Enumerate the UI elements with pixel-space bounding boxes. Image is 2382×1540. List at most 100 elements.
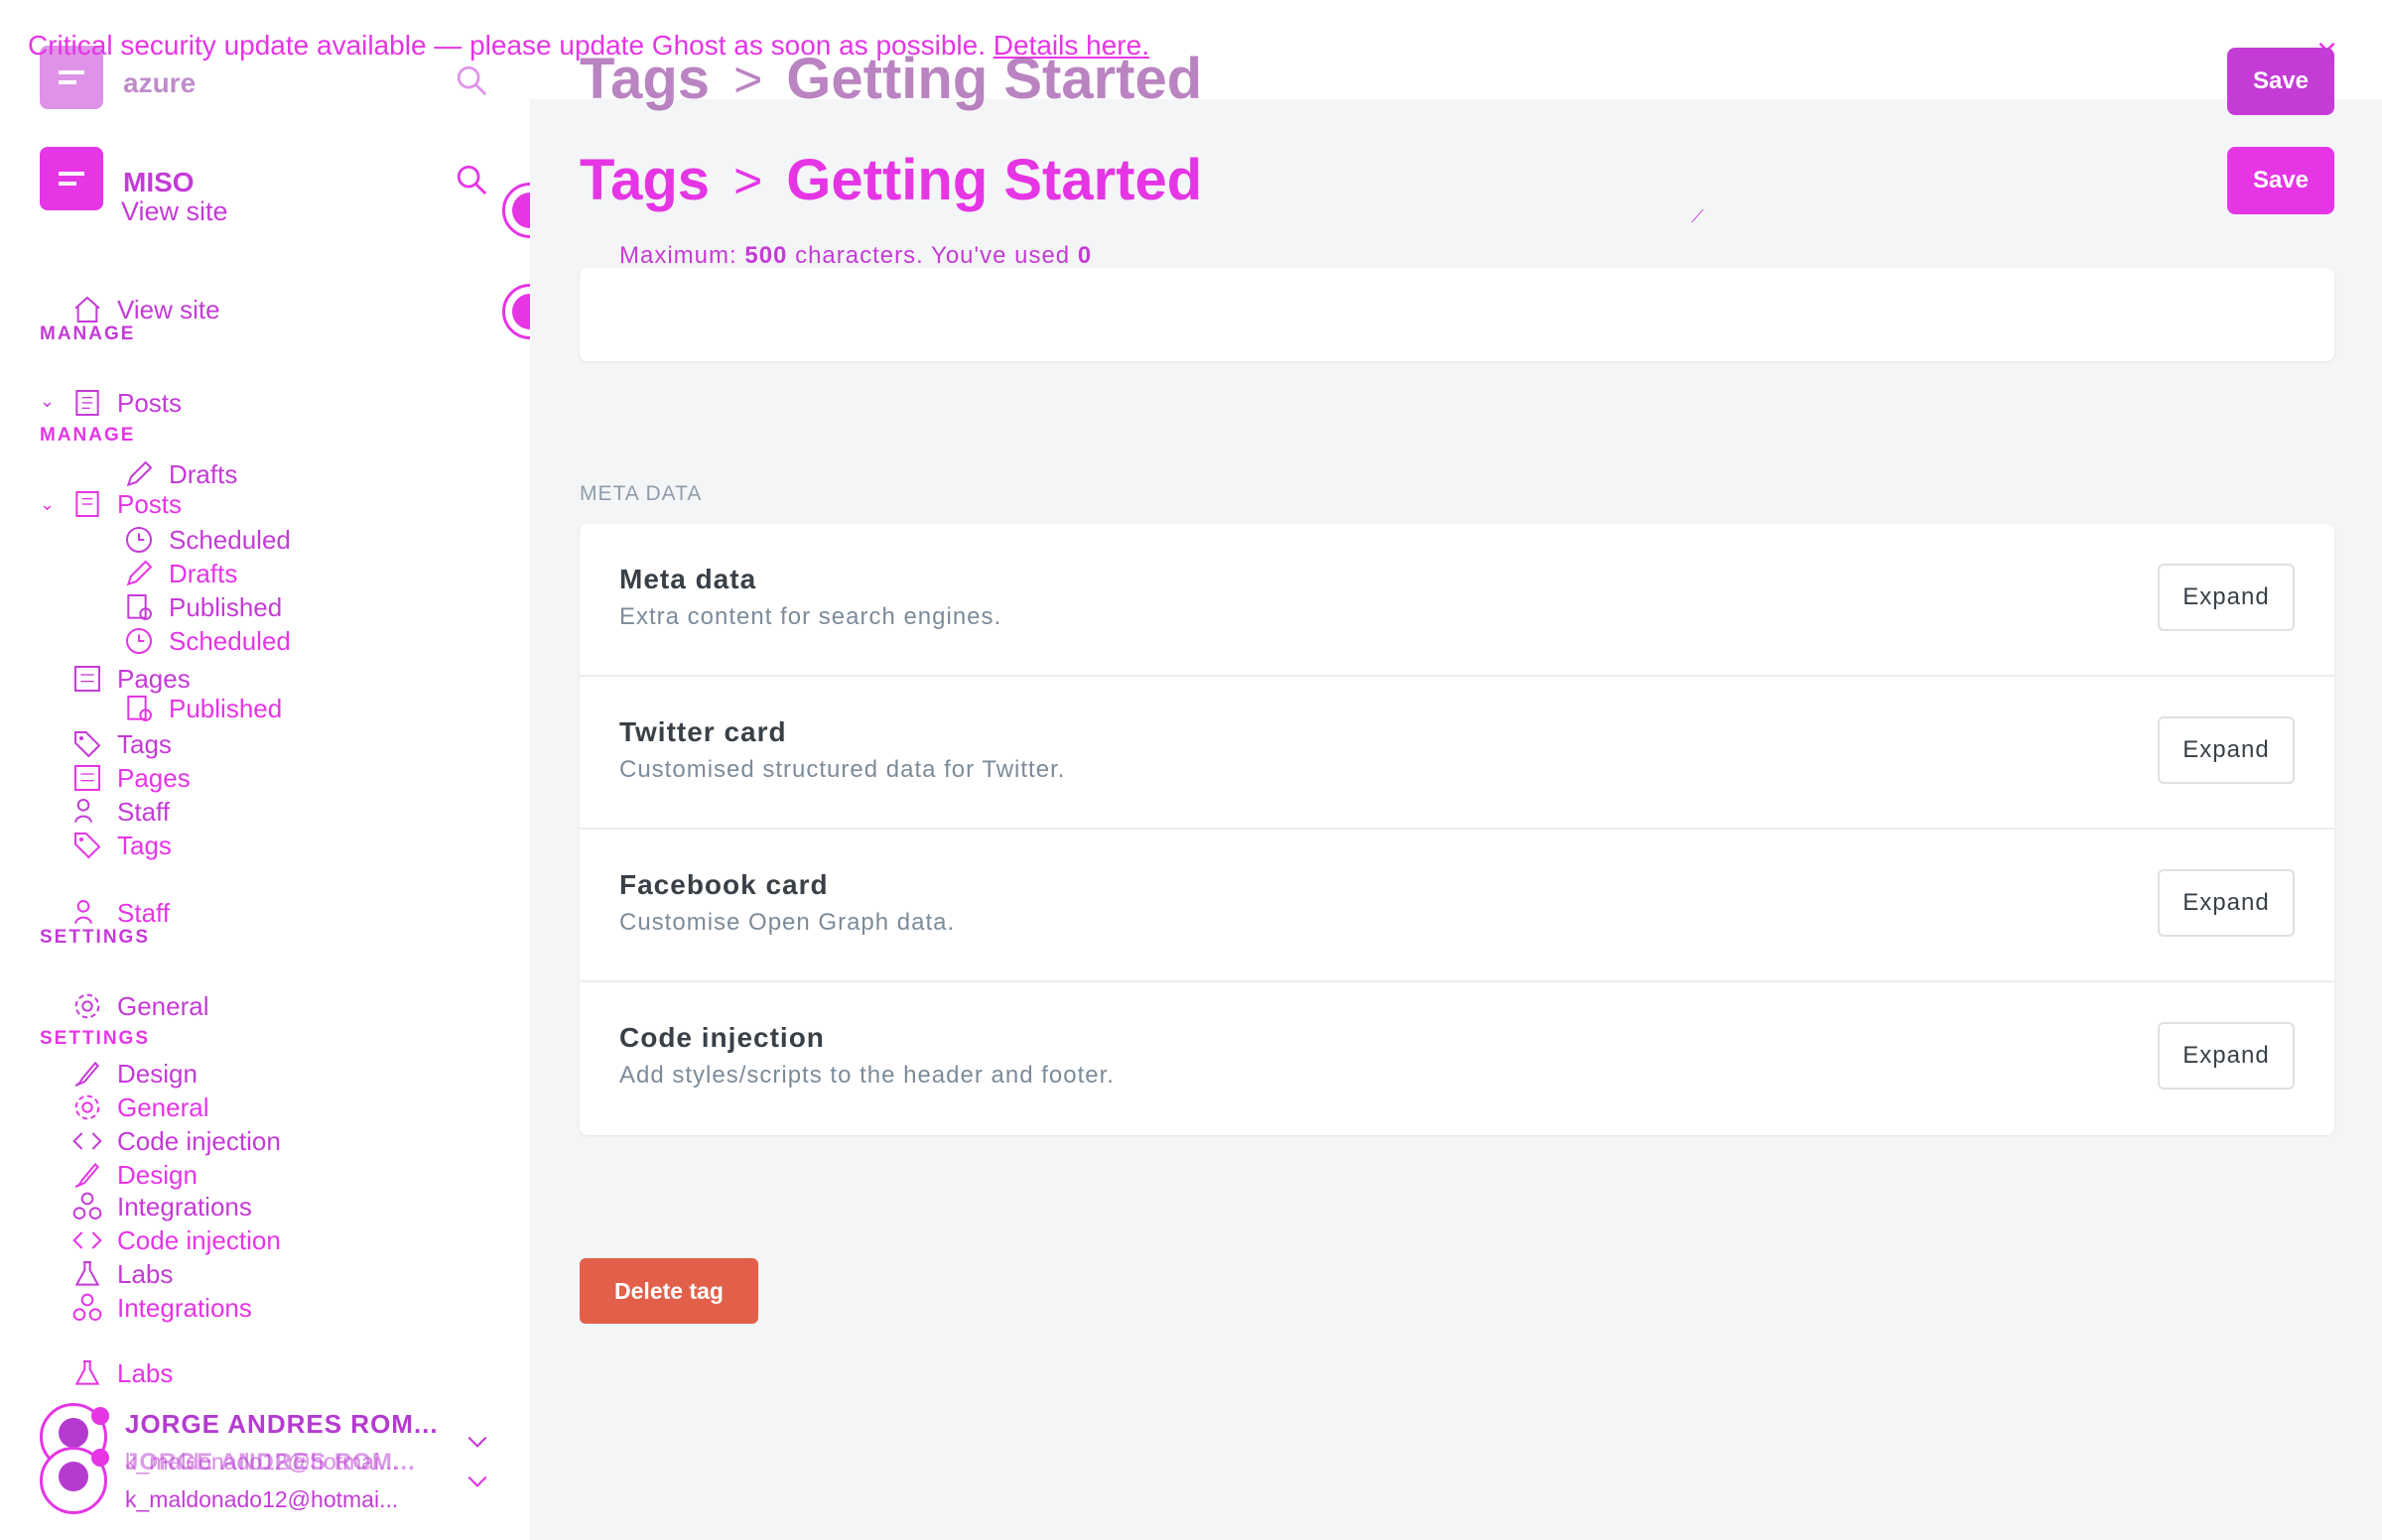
sidebar-item-staff[interactable]: Staff: [71, 897, 170, 929]
breadcrumb-separator-icon: >: [733, 152, 763, 208]
breadcrumb-parent[interactable]: Tags: [580, 147, 710, 213]
sidebar-item-label: Pages: [117, 762, 191, 793]
sidebar-item-label: Labs: [117, 1258, 174, 1289]
meta-row-desc: Add styles/scripts to the header and foo…: [619, 1062, 1115, 1089]
sidebar-item-published[interactable]: Published: [123, 591, 282, 623]
meta-row-title: Meta data: [619, 564, 757, 594]
char-count-middle: characters. You've used: [795, 242, 1071, 269]
sidebar: azure MISO View site View site MANAGE MA…: [0, 0, 558, 1540]
sidebar-item-scheduled[interactable]: Scheduled: [123, 524, 291, 556]
meta-row-twitter-card: Twitter card Customised structured data …: [580, 677, 2334, 830]
sidebar-item-view-site[interactable]: View site: [71, 294, 220, 325]
resize-handle-icon[interactable]: ⟋: [1691, 206, 1704, 227]
published-icon: [127, 594, 152, 620]
sidebar-item-design[interactable]: Design: [71, 1159, 198, 1191]
published-icon: [127, 696, 152, 721]
view-site-label: View site: [121, 196, 228, 226]
expand-button[interactable]: Expand: [2158, 564, 2295, 631]
sidebar-item-integrations[interactable]: Integrations: [71, 1292, 252, 1324]
view-site-link[interactable]: View site: [121, 196, 228, 227]
char-count: Maximum: 500 characters. You've used 0: [619, 242, 1092, 270]
sidebar-item-drafts[interactable]: Drafts: [123, 458, 237, 490]
staff-icon: [74, 799, 92, 824]
site-name[interactable]: MISO: [123, 167, 195, 198]
integrations-icon: [72, 1192, 102, 1219]
flask-icon: [74, 1261, 100, 1286]
pages-icon: [74, 666, 100, 692]
sidebar-item-label: Staff: [117, 897, 171, 928]
delete-tag-button[interactable]: Delete tag: [580, 1258, 758, 1324]
search-icon[interactable]: [455, 64, 488, 97]
sidebar-item-pages[interactable]: Pages: [71, 762, 191, 794]
tag-icon: [74, 833, 101, 859]
sidebar-item-tags[interactable]: Tags: [71, 830, 172, 861]
sidebar-item-label: Design: [117, 1159, 198, 1190]
page-title: Tags > Getting Started: [580, 147, 1202, 213]
meta-row-title: Facebook card: [619, 869, 829, 900]
sidebar-item-tags[interactable]: Tags: [71, 728, 172, 760]
sidebar-item-labs[interactable]: Labs: [71, 1258, 173, 1290]
meta-row-title: Code injection: [619, 1022, 825, 1053]
sidebar-item-code-injection[interactable]: Code injection: [71, 1224, 281, 1256]
meta-data-card: Meta data Extra content for search engin…: [580, 524, 2334, 1135]
sidebar-item-posts[interactable]: Posts: [71, 488, 182, 520]
chevron-down-icon[interactable]: ⌄: [40, 391, 55, 412]
chevron-down-icon[interactable]: [464, 1469, 490, 1494]
section-label-manage: MANAGE: [40, 425, 136, 446]
meta-row-desc: Extra content for search engines.: [619, 603, 1002, 630]
sidebar-item-integrations[interactable]: Integrations: [71, 1191, 252, 1222]
sidebar-item-general[interactable]: General: [71, 990, 209, 1022]
pages-icon: [74, 765, 100, 791]
brush-icon: [74, 1162, 100, 1188]
chevron-down-icon[interactable]: [464, 1429, 490, 1455]
meta-data-heading: META DATA: [580, 482, 703, 505]
save-button[interactable]: Save: [2227, 48, 2334, 115]
staff-icon: [74, 900, 92, 925]
sidebar-item-label: Drafts: [169, 458, 238, 489]
search-icon[interactable]: [455, 163, 488, 196]
sidebar-item-label: General: [117, 990, 209, 1021]
code-icon: [72, 1231, 102, 1249]
sidebar-item-scheduled[interactable]: Scheduled: [123, 625, 291, 657]
sidebar-item-posts[interactable]: Posts: [71, 387, 182, 419]
sidebar-item-published[interactable]: Published: [123, 693, 282, 724]
clock-icon: [126, 628, 152, 654]
save-button[interactable]: Save: [2227, 147, 2334, 214]
meta-row-meta-data: Meta data Extra content for search engin…: [580, 524, 2334, 677]
page-title: Tags > Getting Started: [580, 46, 1202, 112]
flask-icon: [74, 1360, 100, 1385]
breadcrumb-parent[interactable]: Tags: [580, 46, 710, 112]
sidebar-item-label: Code injection: [117, 1125, 281, 1156]
site-name[interactable]: azure: [123, 67, 196, 99]
user-name[interactable]: JORGE ANDRES ROM...: [125, 1409, 439, 1440]
section-label-manage: MANAGE: [40, 323, 136, 344]
expand-button[interactable]: Expand: [2158, 716, 2295, 784]
sidebar-item-label: Published: [169, 591, 283, 622]
sidebar-item-label: Tags: [117, 830, 172, 860]
meta-row-facebook-card: Facebook card Customise Open Graph data.…: [580, 830, 2334, 982]
description-card[interactable]: [580, 268, 2334, 361]
chevron-down-icon[interactable]: ⌄: [40, 494, 55, 515]
integrations-icon: [72, 1293, 102, 1321]
site-logo-icon[interactable]: [40, 147, 103, 210]
sidebar-item-general[interactable]: General: [71, 1091, 209, 1123]
sidebar-item-staff[interactable]: Staff: [71, 796, 170, 828]
char-count-prefix: Maximum:: [619, 242, 737, 269]
sidebar-item-code-injection[interactable]: Code injection: [71, 1125, 281, 1157]
sidebar-item-labs[interactable]: Labs: [71, 1357, 173, 1389]
sidebar-item-drafts[interactable]: Drafts: [123, 558, 237, 589]
sidebar-item-label: Staff: [117, 796, 171, 827]
gear-icon: [74, 993, 100, 1019]
sidebar-item-design[interactable]: Design: [71, 1058, 198, 1090]
sidebar-item-label: Drafts: [169, 558, 238, 588]
sidebar-item-pages[interactable]: Pages: [71, 663, 191, 695]
brush-icon: [74, 1061, 100, 1087]
sidebar-item-label: Labs: [117, 1357, 174, 1388]
sidebar-item-label: Pages: [117, 663, 191, 694]
pencil-icon: [126, 460, 153, 487]
meta-row-code-injection: Code injection Add styles/scripts to the…: [580, 982, 2334, 1135]
breadcrumb-separator-icon: >: [733, 51, 763, 107]
expand-button[interactable]: Expand: [2158, 869, 2295, 937]
expand-button[interactable]: Expand: [2158, 1022, 2295, 1090]
sidebar-item-label: Scheduled: [169, 524, 291, 555]
